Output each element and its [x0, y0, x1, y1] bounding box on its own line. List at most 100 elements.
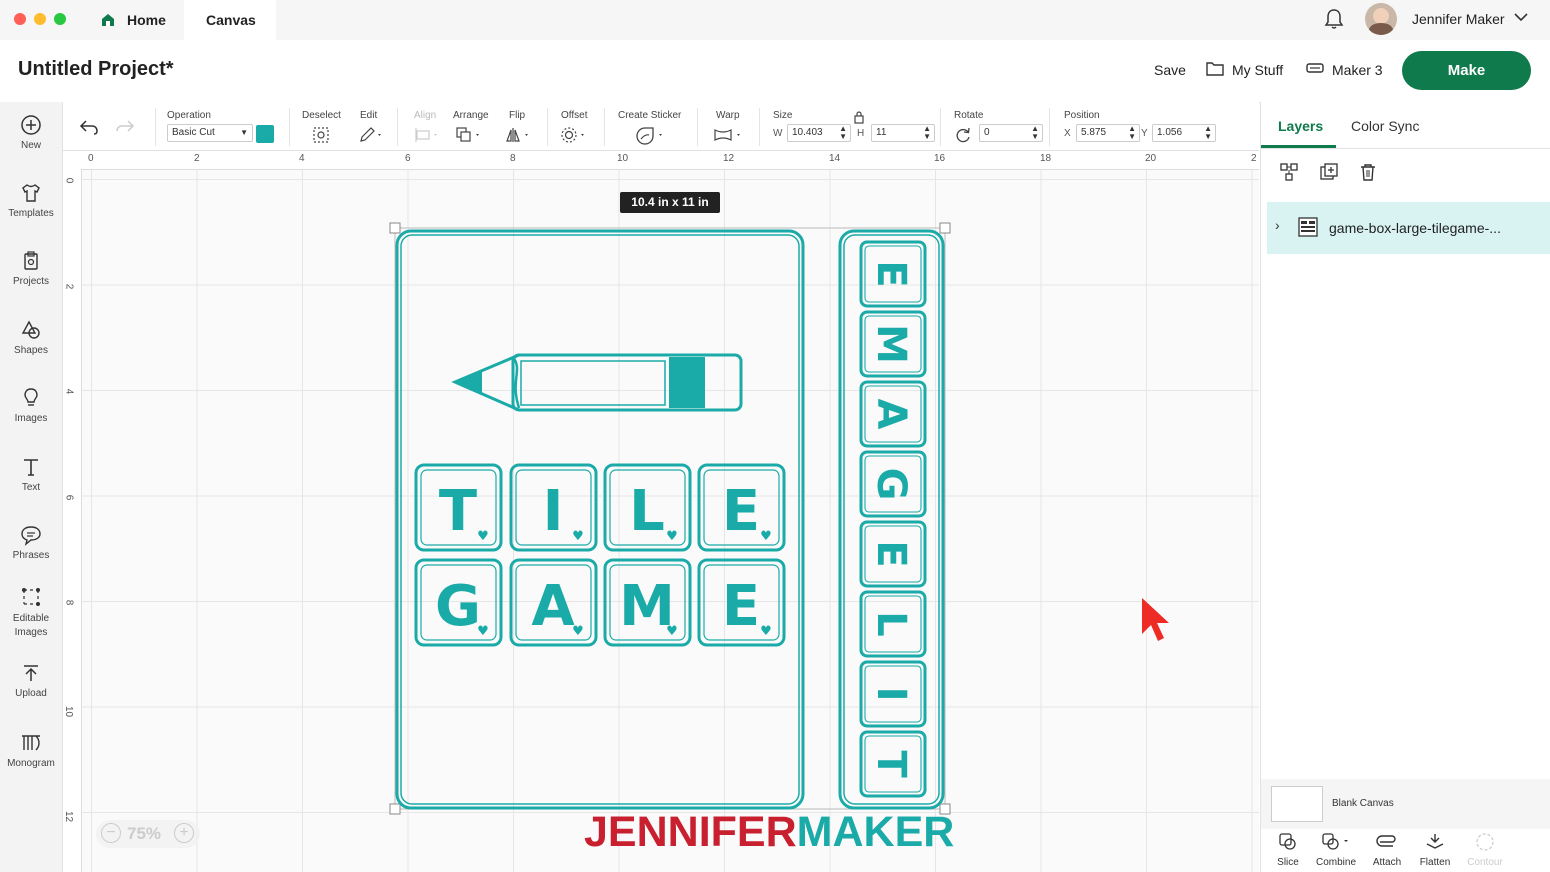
selection-handle[interactable]: [939, 222, 951, 234]
watermark-logo: JENNIFERMAKER: [584, 808, 954, 857]
group-icon[interactable]: [1279, 162, 1299, 182]
blank-canvas-row[interactable]: Blank Canvas: [1261, 779, 1550, 829]
tab-layers[interactable]: Layers: [1278, 118, 1323, 134]
width-input[interactable]: 10.403 ▲ ▼: [787, 124, 851, 142]
rotate-label: Rotate: [954, 110, 984, 121]
save-button[interactable]: Save: [1154, 62, 1186, 78]
edit-pencil-icon[interactable]: [358, 126, 384, 144]
offset-label: Offset: [561, 110, 588, 121]
ruler-tick-label: 12: [63, 810, 75, 823]
ruler-tick-label: 10: [63, 705, 75, 718]
project-title[interactable]: Untitled Project*: [18, 58, 174, 81]
stepper-icon[interactable]: ▲ ▼: [1204, 125, 1212, 141]
deselect-icon[interactable]: [312, 126, 330, 144]
ruler-tick-label: 12: [723, 153, 735, 164]
toolbar-divider: [1049, 108, 1050, 146]
sidebar-item-label: Templates: [8, 208, 54, 219]
rotate-input[interactable]: 0 ▲ ▼: [979, 124, 1043, 142]
active-tab-indicator: [1261, 145, 1336, 148]
toolbar-divider: [759, 108, 760, 146]
x-position-input[interactable]: 5.875 ▲ ▼: [1076, 124, 1140, 142]
toolbar-divider: [397, 108, 398, 146]
bell-icon[interactable]: [1324, 8, 1344, 30]
sidebar-item-phrases[interactable]: Phrases: [0, 524, 62, 561]
maximize-window-dot[interactable]: [54, 13, 66, 25]
sidebar-item-shapes[interactable]: Shapes: [0, 319, 62, 356]
heart-icon: ♥: [760, 624, 772, 639]
y-position-input[interactable]: 1.056 ▲ ▼: [1152, 124, 1216, 142]
minimize-window-dot[interactable]: [34, 13, 46, 25]
layers-panel: Layers Color Sync › game-box-large-tileg…: [1260, 102, 1550, 872]
sidebar-item-images[interactable]: Images: [0, 387, 62, 424]
sidebar-item-new[interactable]: New: [0, 114, 62, 151]
stepper-icon[interactable]: ▲ ▼: [923, 125, 931, 141]
undo-icon[interactable]: [79, 118, 99, 136]
height-input[interactable]: 11 ▲ ▼: [871, 124, 935, 142]
stepper-icon[interactable]: ▲ ▼: [839, 125, 847, 141]
sidebar-item-upload[interactable]: Upload: [0, 662, 62, 699]
position-label: Position: [1064, 110, 1100, 121]
slice-label: Slice: [1277, 857, 1299, 868]
sidebar-item-label: Shapes: [14, 345, 48, 356]
height-value: 11: [876, 127, 887, 138]
slice-button[interactable]: Slice: [1271, 832, 1305, 868]
machine-icon: [1306, 63, 1324, 73]
tab-color-sync[interactable]: Color Sync: [1351, 118, 1419, 134]
duplicate-icon[interactable]: [1319, 162, 1339, 182]
trash-icon[interactable]: [1358, 162, 1378, 182]
flatten-button[interactable]: Flatten: [1415, 832, 1455, 868]
layer-thumbnail-icon: [1298, 217, 1318, 237]
operation-color-swatch[interactable]: [256, 125, 274, 143]
warp-icon[interactable]: [713, 126, 745, 144]
align-icon[interactable]: [414, 126, 440, 144]
tab-canvas[interactable]: Canvas: [184, 0, 276, 40]
chevron-right-icon[interactable]: ›: [1275, 217, 1280, 233]
top-ruler: 0 2 4 6 8 10 12 14 16 18 20 2: [63, 151, 1259, 170]
lock-icon[interactable]: [853, 110, 865, 124]
width-value: 10.403: [792, 127, 823, 138]
offset-icon[interactable]: [560, 126, 588, 144]
browser-tab-bar: Home Canvas Jennifer Maker: [0, 0, 1550, 40]
combine-icon: [1322, 833, 1348, 850]
arrange-icon[interactable]: [455, 126, 483, 144]
ruler-tick-label: 16: [934, 153, 946, 164]
layer-row[interactable]: › game-box-large-tilegame-...: [1267, 202, 1550, 254]
zoom-in-icon[interactable]: +: [174, 823, 194, 843]
sidebar-item-projects[interactable]: Projects: [0, 250, 62, 287]
selection-handle[interactable]: [389, 222, 401, 234]
tab-home[interactable]: Home: [84, 0, 184, 40]
sidebar-item-editable-images[interactable]: Editable Images: [0, 586, 62, 640]
stepper-icon[interactable]: ▲ ▼: [1031, 125, 1039, 141]
chevron-down-icon[interactable]: [1514, 12, 1528, 22]
tile-row-2: G ♥ A ♥ M ♥ E ♥: [414, 558, 786, 647]
attach-button[interactable]: Attach: [1369, 832, 1405, 868]
close-window-dot[interactable]: [14, 13, 26, 25]
avatar[interactable]: [1365, 3, 1397, 35]
projects-icon: [24, 251, 38, 270]
ruler-tick-label: 18: [1040, 153, 1052, 164]
tile-game-box-design[interactable]: T ♥ I ♥ L ♥ E ♥ G ♥ A ♥ M ♥ E ♥ E M A G …: [385, 220, 955, 820]
contour-icon: [1476, 833, 1494, 851]
ruler-tick-label: 4: [299, 153, 305, 164]
sidebar-item-monogram[interactable]: Monogram: [0, 732, 62, 769]
blank-canvas-swatch[interactable]: [1271, 786, 1323, 822]
sidebar-item-templates[interactable]: Templates: [0, 182, 62, 219]
operation-select[interactable]: Basic Cut ▼: [167, 124, 253, 142]
flip-icon[interactable]: [505, 126, 533, 144]
selection-handle[interactable]: [389, 803, 401, 815]
flatten-icon: [1426, 834, 1444, 849]
contour-button[interactable]: Contour: [1463, 832, 1507, 868]
heart-icon: ♥: [666, 529, 678, 544]
pencil-graphic: [451, 353, 743, 412]
sidebar-item-text[interactable]: Text: [0, 456, 62, 493]
zoom-out-icon[interactable]: −: [101, 823, 121, 843]
project-header: Untitled Project* Save My Stuff Maker 3 …: [0, 40, 1550, 103]
combine-button[interactable]: Combine: [1313, 832, 1359, 868]
user-name[interactable]: Jennifer Maker: [1412, 11, 1505, 27]
stepper-icon[interactable]: ▲ ▼: [1128, 125, 1136, 141]
sidebar-item-label: Monogram: [7, 758, 55, 769]
sticker-icon[interactable]: [635, 126, 669, 146]
redo-icon[interactable]: [115, 118, 135, 136]
make-button[interactable]: Make: [1402, 51, 1531, 90]
sidebar-item-label: New: [20, 140, 41, 151]
